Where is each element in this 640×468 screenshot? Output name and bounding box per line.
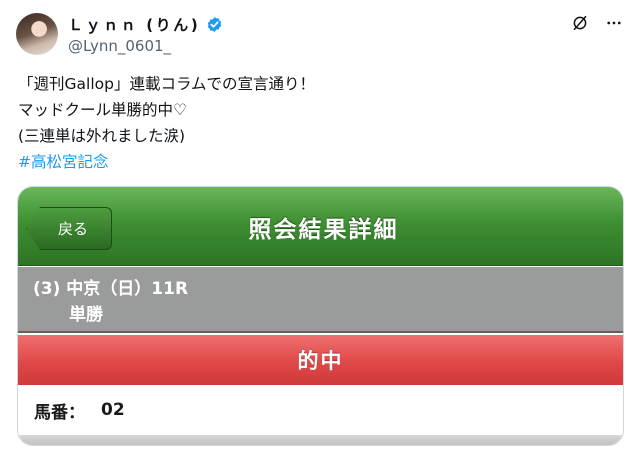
author-handle[interactable]: @Lynn_0601_ [68,37,171,55]
tweet-media-image[interactable]: 照会結果詳細 戻る (3) 中京（日）11R 単勝 的中 馬番： 02 [17,186,624,446]
author-name-row: Ｌｙｎｎ (りん) [68,14,223,35]
bottom-divider [18,435,623,445]
tweet-text: 「週刊Gallop」連載コラムでの宣言通り！ マッドクール単勝的中♡ (三連単は… [18,75,315,145]
verified-badge-icon [206,16,223,33]
author-avatar[interactable] [16,13,58,55]
bet-type-label: 単勝 [69,305,103,325]
hit-result-banner: 的中 [18,335,623,385]
horse-number-label: 馬番： [34,402,85,423]
hashtag-link[interactable]: #高松宮記念 [18,149,109,175]
tweet-actions-top [570,13,624,33]
horse-number-value: 02 [101,400,125,420]
horse-number-row: 馬番： 02 [18,385,623,435]
race-info-line: (3) 中京（日）11R [33,279,189,299]
race-info-box: (3) 中京（日）11R 単勝 [18,267,623,333]
back-button: 戻る [26,207,112,250]
more-icon[interactable] [604,13,624,33]
grok-icon[interactable] [570,13,590,33]
author-display-name[interactable]: Ｌｙｎｎ (りん) [68,14,200,35]
